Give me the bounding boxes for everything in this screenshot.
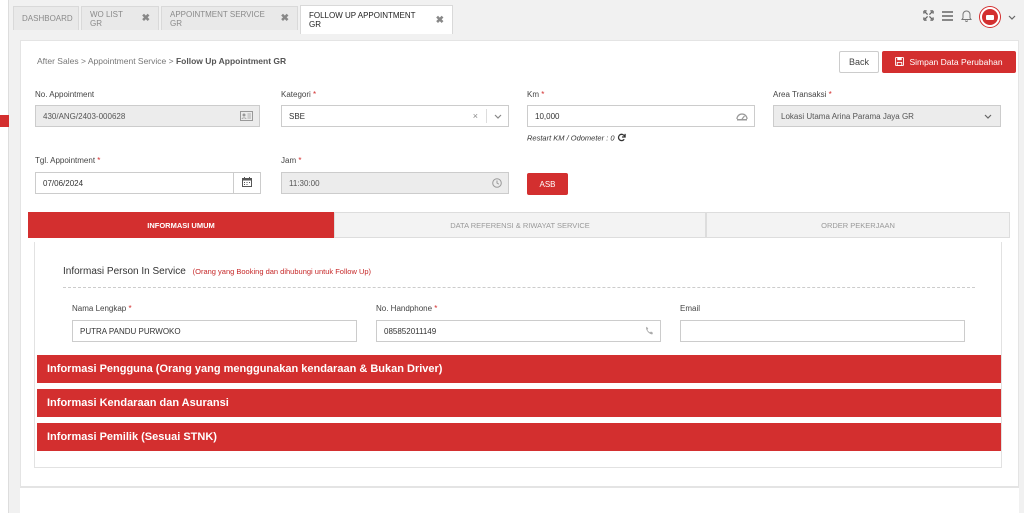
clock-icon (492, 178, 502, 190)
label-area-transaksi: Area Transaksi * (773, 90, 832, 99)
kategori-value: SBE (289, 111, 306, 121)
tgl-appointment-input[interactable]: 07/06/2024 (35, 172, 234, 194)
email-input[interactable] (680, 320, 965, 342)
section-title: Informasi Person In Service (Orang yang … (63, 266, 371, 277)
menu-icon[interactable] (942, 10, 953, 24)
breadcrumb-after-sales[interactable]: After Sales (37, 56, 79, 66)
label-nama-lengkap: Nama Lengkap * (72, 304, 132, 313)
accordion-informasi-kendaraan[interactable]: Informasi Kendaraan dan Asuransi (37, 389, 1001, 417)
close-icon[interactable]: ✖ (436, 15, 444, 26)
calendar-button[interactable] (233, 172, 261, 194)
label-no-handphone: No. Handphone * (376, 304, 438, 313)
save-button[interactable]: Simpan Data Perubahan (882, 51, 1016, 73)
divider (63, 287, 975, 288)
tab-appointment-service-gr[interactable]: APPOINTMENT SERVICE GR ✖ (161, 6, 298, 30)
breadcrumb-current: Follow Up Appointment GR (175, 56, 287, 66)
tab-wo-list-gr[interactable]: WO LIST GR ✖ (81, 6, 159, 30)
kategori-select[interactable]: SBE × (281, 105, 509, 127)
nama-lengkap-value: PUTRA PANDU PURWOKO (80, 326, 181, 336)
label-no-appointment: No. Appointment (35, 90, 95, 99)
tab-label: APPOINTMENT SERVICE GR (170, 9, 265, 28)
label-tgl-appointment: Tgl. Appointment * (35, 156, 101, 165)
km-input[interactable]: 10,000 (527, 105, 755, 127)
jam-input[interactable]: 11:30:00 (281, 172, 509, 194)
area-transaksi-select[interactable]: Lokasi Utama Arina Parama Jaya GR (773, 105, 1001, 127)
restart-km-text: Restart KM / Odometer : 0 (527, 133, 626, 144)
expand-icon[interactable] (923, 10, 934, 24)
speedometer-icon (736, 111, 748, 123)
tab-dashboard[interactable]: DASHBOARD (13, 6, 79, 30)
chevron-down-icon[interactable] (1008, 10, 1016, 24)
tab-content: Informasi Person In Service (Orang yang … (34, 242, 1002, 468)
save-icon (895, 56, 905, 68)
jam-value: 11:30:00 (289, 178, 320, 188)
avatar[interactable] (980, 7, 1000, 27)
calendar-icon (242, 177, 252, 189)
clear-icon[interactable]: × (473, 111, 478, 121)
tab-label: DASHBOARD (22, 14, 73, 23)
tab-data-referensi[interactable]: DATA REFERENSI & RIWAYAT SERVICE (334, 212, 706, 238)
accordion-informasi-pemilik[interactable]: Informasi Pemilik (Sesuai STNK) (37, 423, 1001, 451)
label-km: Km * (527, 90, 545, 99)
id-card-icon (240, 111, 253, 123)
breadcrumb: After Sales > Appointment Service > Foll… (37, 56, 286, 66)
refresh-icon[interactable] (617, 133, 626, 144)
chevron-down-icon[interactable] (984, 113, 992, 122)
no-handphone-value: 085852011149 (384, 326, 437, 336)
tab-bar: DASHBOARD WO LIST GR ✖ APPOINTMENT SERVI… (9, 0, 1024, 34)
person-subtitle: (Orang yang Booking dan dihubungi untuk … (192, 267, 372, 276)
close-icon[interactable]: ✖ (142, 13, 150, 24)
close-icon[interactable]: ✖ (281, 13, 289, 24)
label-kategori: Kategori * (281, 90, 317, 99)
km-value: 10,000 (535, 111, 560, 121)
asb-button[interactable]: ASB (527, 173, 568, 195)
breadcrumb-appointment-service[interactable]: Appointment Service (88, 56, 166, 66)
label-email: Email (680, 304, 701, 313)
footer-area (20, 487, 1019, 513)
area-transaksi-value: Lokasi Utama Arina Parama Jaya GR (781, 111, 914, 121)
tab-informasi-umum[interactable]: INFORMASI UMUM (28, 212, 334, 238)
tab-follow-up-appointment-gr[interactable]: FOLLOW UP APPOINTMENT GR ✖ (300, 5, 453, 34)
bell-icon[interactable] (961, 9, 972, 25)
left-sidebar (0, 0, 9, 513)
label-jam: Jam * (281, 156, 302, 165)
back-button[interactable]: Back (839, 51, 879, 73)
chevron-down-icon[interactable] (494, 113, 502, 122)
select-divider (486, 109, 487, 123)
sidebar-active-marker (0, 115, 9, 127)
topbar-icons (923, 7, 1016, 27)
tab-label: WO LIST GR (90, 9, 123, 28)
save-button-label: Simpan Data Perubahan (909, 57, 1003, 67)
breadcrumb-separator: > (168, 56, 174, 66)
person-title: Informasi Person In Service (63, 266, 186, 277)
no-appointment-value: 430/ANG/2403-000628 (43, 111, 126, 121)
phone-icon (645, 326, 654, 337)
no-handphone-input[interactable]: 085852011149 (376, 320, 661, 342)
no-appointment-field[interactable]: 430/ANG/2403-000628 (35, 105, 260, 127)
tab-order-pekerjaan[interactable]: ORDER PEKERJAAN (706, 212, 1010, 238)
tgl-appointment-value: 07/06/2024 (43, 178, 84, 188)
accordion-informasi-pengguna[interactable]: Informasi Pengguna (Orang yang menggunak… (37, 355, 1001, 383)
nama-lengkap-input[interactable]: PUTRA PANDU PURWOKO (72, 320, 357, 342)
tab-label: FOLLOW UP APPOINTMENT GR (309, 11, 416, 29)
main-panel: After Sales > Appointment Service > Foll… (20, 40, 1019, 487)
breadcrumb-separator: > (80, 56, 86, 66)
section-tabs: INFORMASI UMUM DATA REFERENSI & RIWAYAT … (28, 212, 1010, 238)
